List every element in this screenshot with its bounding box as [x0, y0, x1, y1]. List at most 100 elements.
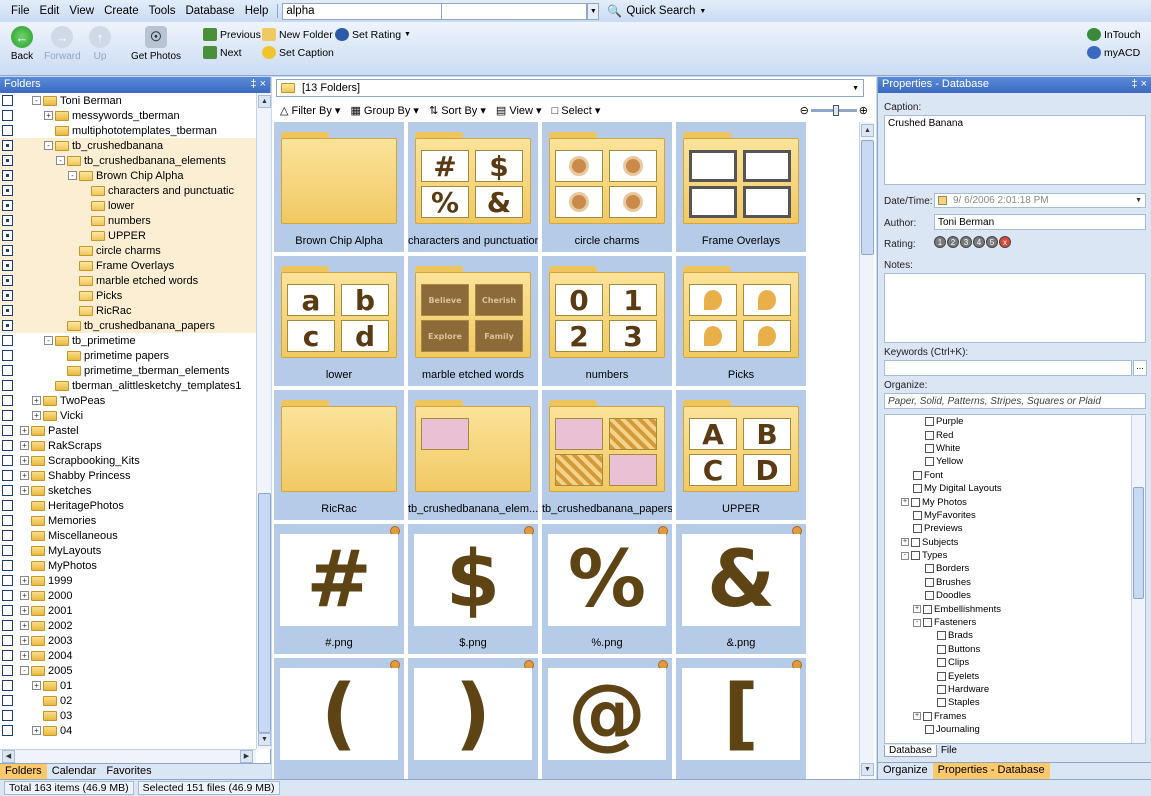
- sort-by-button[interactable]: ⇅ Sort By ▾: [429, 104, 486, 117]
- category-scrollbar[interactable]: [1131, 415, 1145, 743]
- image-thumbnail[interactable]: @: [542, 658, 672, 779]
- category-item[interactable]: Hardware: [885, 683, 1145, 696]
- category-checkbox[interactable]: [925, 564, 934, 574]
- expand-icon[interactable]: +: [20, 591, 29, 600]
- category-checkbox[interactable]: [925, 443, 934, 453]
- folder-checkbox[interactable]: [2, 485, 13, 496]
- folder-checkbox[interactable]: [2, 545, 13, 556]
- folder-checkbox[interactable]: [2, 560, 13, 571]
- folder-tree-item[interactable]: - tb_crushedbanana_elements: [0, 153, 256, 168]
- folder-tree-item[interactable]: primetime papers: [0, 348, 256, 363]
- folder-checkbox[interactable]: [2, 365, 13, 376]
- menu-tools[interactable]: Tools: [149, 5, 176, 17]
- category-item[interactable]: Borders: [885, 562, 1145, 575]
- image-thumbnail[interactable]: & &.png: [676, 524, 806, 654]
- folder-thumbnail[interactable]: Believe Cherish Explore Family marble etched…: [408, 256, 538, 386]
- folder-tree-item[interactable]: + TwoPeas: [0, 393, 256, 408]
- collapse-icon[interactable]: -: [901, 551, 909, 560]
- set-caption-button[interactable]: Set Caption: [262, 46, 334, 59]
- collapse-icon[interactable]: -: [68, 171, 77, 180]
- folder-checkbox[interactable]: [2, 290, 13, 301]
- tab-folders[interactable]: Folders: [0, 764, 47, 779]
- tab-favorites[interactable]: Favorites: [101, 764, 156, 779]
- scroll-thumb[interactable]: [1133, 487, 1144, 599]
- folder-checkbox[interactable]: [2, 185, 13, 196]
- folder-checkbox[interactable]: [2, 245, 13, 256]
- category-item[interactable]: - Types: [885, 549, 1145, 562]
- category-checkbox[interactable]: [911, 497, 920, 507]
- menu-file[interactable]: File: [11, 5, 30, 17]
- folder-tree-item[interactable]: + sketches: [0, 483, 256, 498]
- zoom-slider[interactable]: ⊖ ⊕: [800, 104, 868, 117]
- expand-icon[interactable]: +: [20, 636, 29, 645]
- folder-tree-item[interactable]: + Pastel: [0, 423, 256, 438]
- folder-checkbox[interactable]: [2, 695, 13, 706]
- image-thumbnail[interactable]: % %.png: [542, 524, 672, 654]
- folder-thumbnail[interactable]: tb_crushedbanana_elem...: [408, 390, 538, 520]
- category-item[interactable]: Journaling: [885, 723, 1145, 736]
- category-checkbox[interactable]: [925, 457, 934, 467]
- previous-button[interactable]: Previous: [203, 28, 261, 41]
- category-item[interactable]: Staples: [885, 696, 1145, 709]
- category-item[interactable]: - Fasteners: [885, 616, 1145, 629]
- scroll-up-icon[interactable]: ▲: [861, 124, 874, 137]
- folder-tree-item[interactable]: + Vicki: [0, 408, 256, 423]
- folder-tree-item[interactable]: lower: [0, 198, 256, 213]
- image-thumbnail[interactable]: # #.png: [274, 524, 404, 654]
- category-checkbox[interactable]: [937, 658, 946, 668]
- author-field[interactable]: Toni Berman: [934, 214, 1146, 230]
- folder-checkbox[interactable]: [2, 110, 13, 121]
- folder-checkbox[interactable]: [2, 500, 13, 511]
- folder-checkbox[interactable]: [2, 350, 13, 361]
- folder-thumbnail[interactable]: a b c d lower: [274, 256, 404, 386]
- folder-checkbox[interactable]: [2, 125, 13, 136]
- folder-tree-item[interactable]: + messywords_tberman: [0, 108, 256, 123]
- folder-tree-item[interactable]: UPPER: [0, 228, 256, 243]
- folder-checkbox[interactable]: [2, 215, 13, 226]
- folder-checkbox[interactable]: [2, 170, 13, 181]
- address-dropdown-button[interactable]: ▼: [587, 2, 600, 20]
- folder-tree-scrollbar[interactable]: ▲ ▼: [256, 93, 271, 749]
- folder-checkbox[interactable]: [2, 455, 13, 466]
- category-item[interactable]: Brads: [885, 629, 1145, 642]
- category-item[interactable]: My Digital Layouts: [885, 482, 1145, 495]
- filter-by-button[interactable]: △ Filter By ▾: [280, 104, 340, 117]
- expand-icon[interactable]: +: [44, 111, 53, 120]
- category-checkbox[interactable]: [937, 644, 946, 654]
- folder-tree-item[interactable]: circle charms: [0, 243, 256, 258]
- category-checkbox[interactable]: [913, 470, 922, 480]
- back-button[interactable]: ← Back: [4, 26, 40, 62]
- scroll-down-icon[interactable]: ▼: [258, 733, 271, 746]
- category-checkbox[interactable]: [923, 618, 932, 628]
- category-checkbox[interactable]: [937, 631, 946, 641]
- folder-tree-item[interactable]: 03: [0, 708, 256, 723]
- rating-button[interactable]: 5: [986, 236, 998, 248]
- folder-tree-item[interactable]: +2002: [0, 618, 256, 633]
- expand-icon[interactable]: +: [20, 606, 29, 615]
- folder-tree-item[interactable]: + Shabby Princess: [0, 468, 256, 483]
- folder-tree-item[interactable]: RicRac: [0, 303, 256, 318]
- folder-checkbox[interactable]: [2, 395, 13, 406]
- category-checkbox[interactable]: [923, 711, 932, 721]
- expand-icon[interactable]: +: [20, 621, 29, 630]
- collapse-icon[interactable]: -: [20, 666, 29, 675]
- category-item[interactable]: Eyelets: [885, 669, 1145, 682]
- quick-search-button[interactable]: 🔍 Quick Search ▼: [607, 4, 706, 18]
- category-item[interactable]: + Frames: [885, 710, 1145, 723]
- category-item[interactable]: + My Photos: [885, 495, 1145, 508]
- folder-checkbox[interactable]: [2, 425, 13, 436]
- category-checkbox[interactable]: [925, 591, 934, 601]
- subtab-file[interactable]: File: [937, 745, 961, 757]
- folder-tree-item[interactable]: - Brown Chip Alpha: [0, 168, 256, 183]
- collapse-icon[interactable]: -: [56, 156, 65, 165]
- category-checkbox[interactable]: [925, 725, 934, 735]
- expand-icon[interactable]: +: [20, 576, 29, 585]
- subtab-database[interactable]: Database: [884, 745, 937, 757]
- folder-tree-item[interactable]: +2003: [0, 633, 256, 648]
- folder-checkbox[interactable]: [2, 470, 13, 481]
- folder-tree-item[interactable]: tb_crushedbanana_papers: [0, 318, 256, 333]
- category-checkbox[interactable]: [913, 484, 922, 494]
- folder-tree-item[interactable]: Memories: [0, 513, 256, 528]
- folder-checkbox[interactable]: [2, 380, 13, 391]
- folder-checkbox[interactable]: [2, 95, 13, 106]
